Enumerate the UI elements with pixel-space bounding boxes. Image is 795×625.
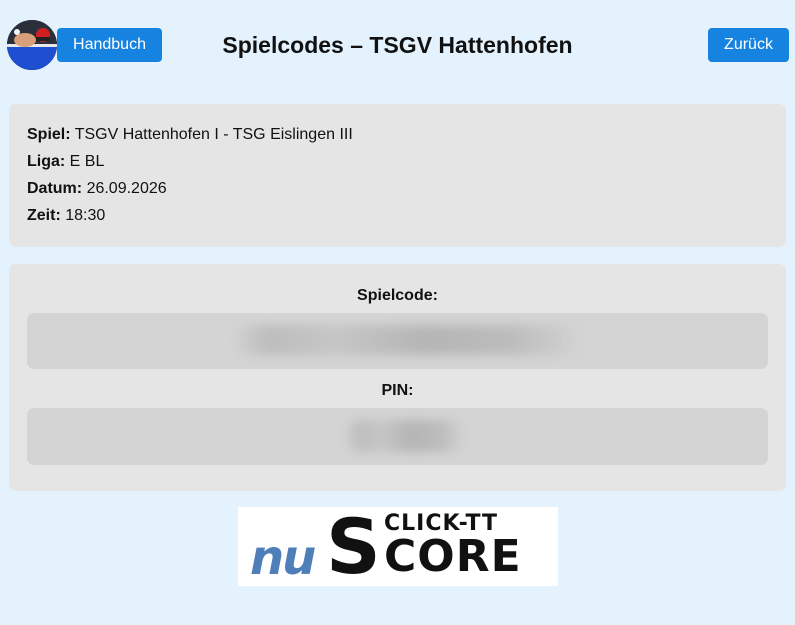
nuscore-logo: CLICK-TT nu S CORE [238,507,558,586]
back-button[interactable]: Zurück [708,28,789,62]
game-label: Spiel: [27,126,71,143]
date-line: Datum: 26.09.2026 [27,179,167,199]
codes-card: Spielcode: PIN: [9,264,786,491]
time-label: Zeit: [27,207,61,224]
date-value: 26.09.2026 [86,180,167,197]
game-value: TSGV Hattenhofen I - TSG Eislingen III [74,126,353,143]
pin-field[interactable] [27,408,768,465]
time-value: 18:30 [65,207,106,224]
logo-s-letter: S [326,507,381,586]
spielcode-label: Spielcode: [357,287,438,304]
avatar [7,20,57,70]
league-label: Liga: [27,153,66,170]
spielcode-field[interactable] [27,313,768,369]
game-line: Spiel: TSGV Hattenhofen I - TSG Eislinge… [27,125,353,145]
handbook-button[interactable]: Handbuch [57,28,162,62]
time-line: Zeit: 18:30 [27,206,105,226]
logo-core-text: CORE [384,531,522,582]
date-label: Datum: [27,180,83,197]
header: Handbuch Spielcodes – TSGV Hattenhofen Z… [0,0,795,90]
pin-redacted [345,420,465,452]
logo-nu-text: nu [250,530,316,586]
match-info-card: Spiel: TSGV Hattenhofen I - TSG Eislinge… [9,104,786,247]
spielcode-redacted [232,325,582,355]
league-line: Liga: E BL [27,152,104,172]
league-value: E BL [69,153,105,170]
table-tennis-photo-icon [7,20,57,70]
pin-label: PIN: [381,382,414,399]
